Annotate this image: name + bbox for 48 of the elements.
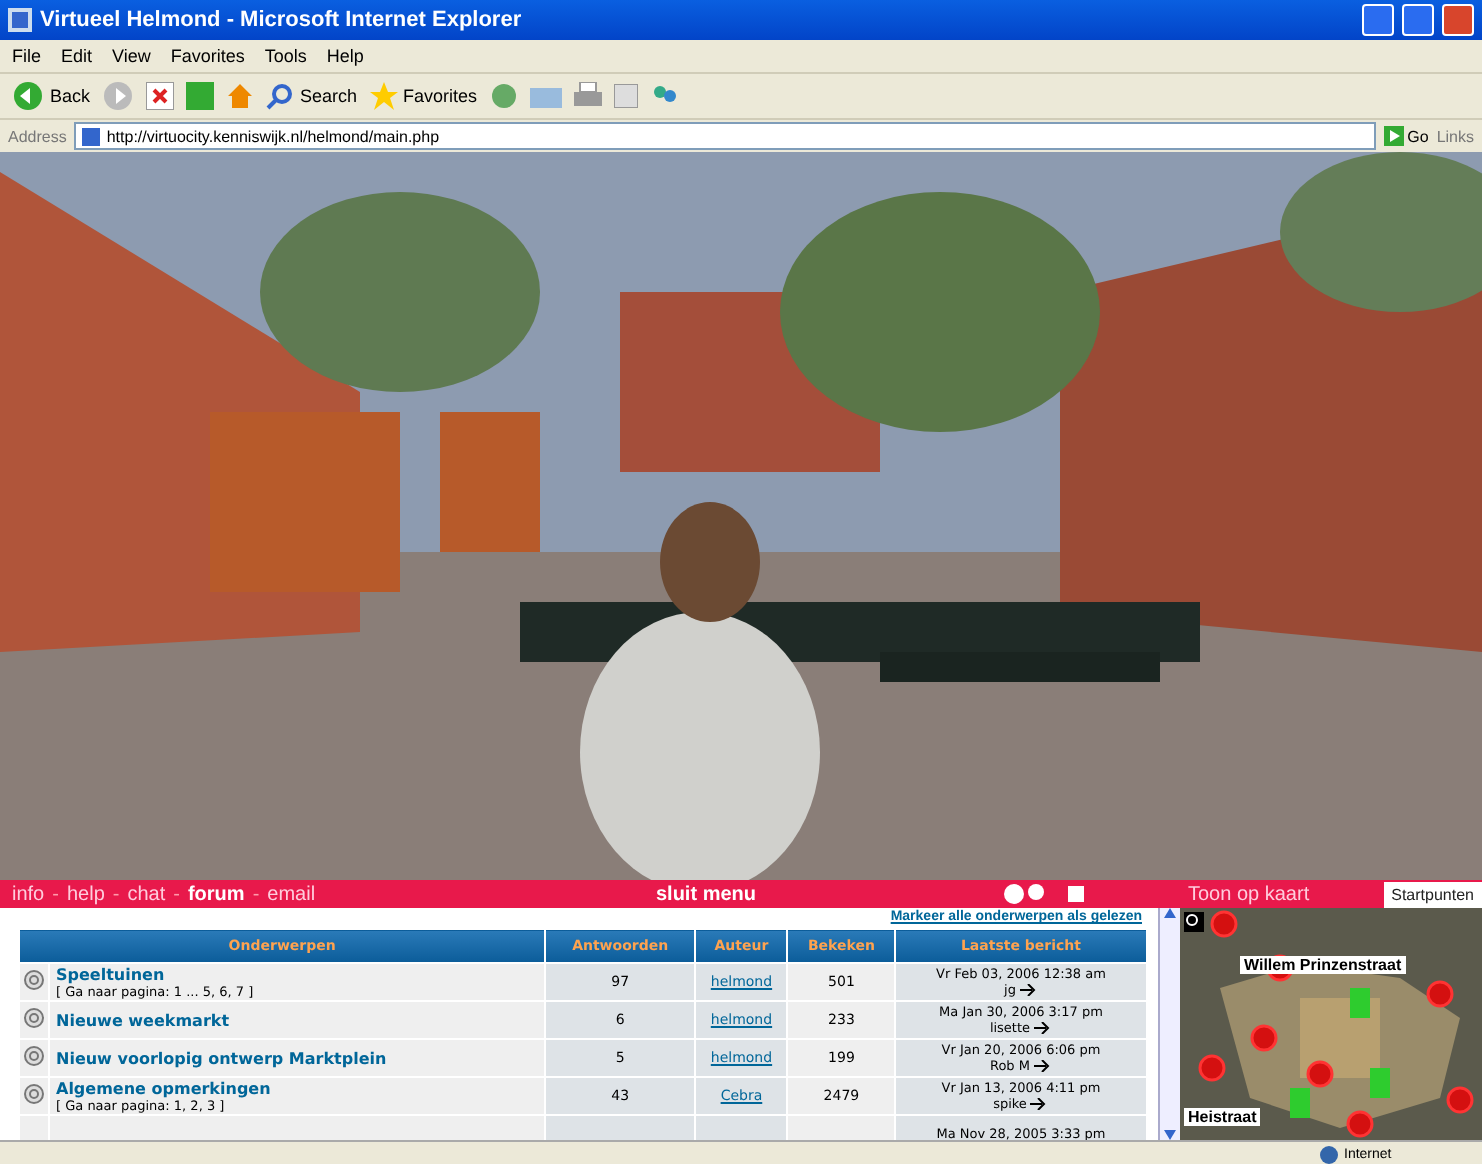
star-icon xyxy=(369,82,398,110)
address-label: Address xyxy=(8,127,67,145)
close-button[interactable] xyxy=(1442,4,1474,36)
window-title: Virtueel Helmond - Microsoft Internet Explorer xyxy=(40,8,522,32)
nav-link[interactable]: info xyxy=(12,883,45,905)
arrow-icon[interactable] xyxy=(1019,984,1038,996)
stop-icon[interactable] xyxy=(146,82,175,110)
menu-item[interactable]: Tools xyxy=(264,46,307,66)
topic-link[interactable]: Speeltuinen xyxy=(56,965,545,983)
separator: - xyxy=(112,883,120,905)
menu-item[interactable]: File xyxy=(12,46,42,66)
links-label[interactable]: Links xyxy=(1436,127,1474,145)
menu-item[interactable]: Edit xyxy=(61,46,93,66)
scrollbar[interactable] xyxy=(1158,908,1180,1140)
arrow-icon[interactable] xyxy=(1034,1060,1052,1072)
street-label: Willem Prinzenstraat xyxy=(1240,956,1406,974)
restore-button[interactable] xyxy=(1402,4,1434,36)
street-label: Heistraat xyxy=(1184,1108,1261,1126)
menu-item[interactable]: View xyxy=(112,46,151,66)
address-field[interactable]: http://virtuocity.kenniswijk.nl/helmond/main.php xyxy=(74,122,1376,150)
globe-icon xyxy=(1320,1145,1338,1163)
favorites-button[interactable]: Favorites xyxy=(369,82,478,110)
go-button[interactable]: Go xyxy=(1383,126,1429,146)
arrow-icon[interactable] xyxy=(1030,1098,1049,1110)
scroll-down-icon[interactable] xyxy=(1164,1130,1176,1140)
browser-icon xyxy=(8,8,32,32)
minimize-button[interactable] xyxy=(1362,4,1394,36)
back-button[interactable]: Back xyxy=(12,80,91,112)
topic-link[interactable]: Algemene opmerkingen xyxy=(56,1079,545,1097)
arrow-icon[interactable] xyxy=(1034,1022,1053,1034)
menu-item[interactable]: Help xyxy=(326,46,364,66)
back-icon xyxy=(12,80,44,112)
go-icon xyxy=(1383,126,1404,146)
search-icon xyxy=(266,82,295,110)
separator: - xyxy=(252,883,260,905)
close-menu-button[interactable]: sluit menu xyxy=(655,883,756,905)
nav-link[interactable]: forum xyxy=(187,883,245,905)
zoom-icon[interactable] xyxy=(1184,912,1204,932)
print-icon[interactable] xyxy=(573,82,602,110)
nav-link[interactable]: email xyxy=(267,883,316,905)
separator: - xyxy=(52,883,59,905)
map-title: Toon op kaart xyxy=(1188,883,1310,905)
menu-item[interactable]: Favorites xyxy=(170,46,245,66)
startpoints-button[interactable]: Startpunten xyxy=(1383,881,1482,907)
nav-link[interactable]: chat xyxy=(127,883,166,905)
separator: - xyxy=(173,883,180,905)
search-button[interactable]: Search xyxy=(266,82,358,110)
nav-link[interactable]: help xyxy=(66,883,105,905)
